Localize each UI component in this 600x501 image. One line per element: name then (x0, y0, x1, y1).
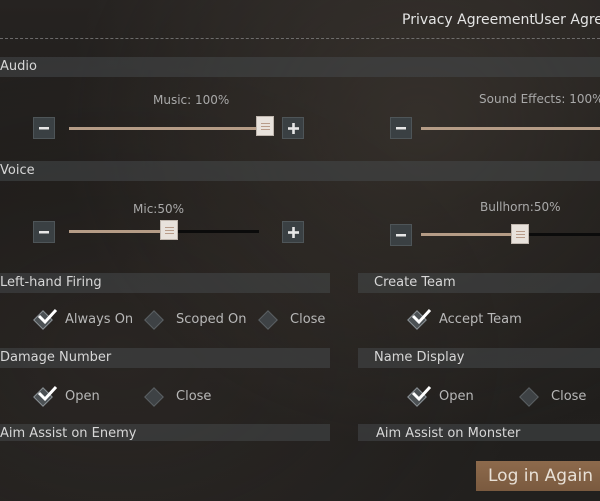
option-label: Close (176, 389, 212, 404)
music-decrease-button[interactable] (33, 117, 55, 139)
diamond-checkbox-icon (258, 309, 278, 330)
check-icon (411, 308, 432, 325)
option-label: Open (439, 389, 474, 404)
check-icon (37, 308, 58, 325)
minus-icon (396, 127, 406, 130)
left-hand-firing-option-close[interactable]: Close (258, 309, 326, 330)
section-left-hand-firing: Left-hand Firing (0, 273, 330, 293)
create-team-option-accept-team[interactable]: Accept Team (407, 308, 522, 330)
slider-thumb-icon (164, 226, 174, 228)
mic-decrease-button[interactable] (33, 221, 55, 243)
name-display-option-close[interactable]: Close (519, 386, 587, 407)
section-voice-label: Voice (0, 163, 35, 178)
bullhorn-slider-thumb[interactable] (511, 224, 529, 244)
section-aim-assist-enemy-label: Aim Assist on Enemy (0, 426, 137, 441)
diamond-checkbox-icon (144, 386, 164, 407)
check-icon (411, 385, 432, 402)
option-label: Accept Team (439, 312, 522, 327)
plus-icon (287, 226, 299, 238)
music-increase-button[interactable] (282, 117, 304, 139)
user-agreement-link[interactable]: User Agree (534, 12, 600, 28)
section-damage-number-label: Damage Number (0, 350, 112, 365)
privacy-agreement-link[interactable]: Privacy Agreement (402, 12, 535, 28)
section-name-display-label: Name Display (374, 350, 465, 365)
section-create-team: Create Team (358, 273, 600, 293)
name-display-option-open[interactable]: Open (407, 385, 474, 407)
minus-icon (39, 127, 49, 130)
option-label: Close (290, 312, 326, 327)
diamond-checkbox-icon (144, 309, 164, 330)
mic-slider-fill (69, 230, 164, 233)
sound-effects-label: Sound Effects: 100% (479, 92, 600, 106)
section-left-hand-firing-label: Left-hand Firing (0, 275, 102, 290)
log-in-again-button[interactable]: Log in Again (476, 461, 600, 491)
music-label: Music: 100% (153, 93, 230, 107)
left-hand-firing-option-always-on[interactable]: Always On (33, 308, 134, 330)
bullhorn-slider-fill (421, 233, 520, 236)
left-hand-firing-option-scoped-on[interactable]: Scoped On (144, 309, 247, 330)
sound-effects-decrease-button[interactable] (390, 117, 412, 139)
bullhorn-label: Bullhorn:50% (480, 200, 561, 214)
mic-increase-button[interactable] (282, 221, 304, 243)
section-aim-assist-monster: Aim Assist on Monster (358, 424, 600, 441)
music-slider-track[interactable] (69, 127, 264, 130)
section-audio: Audio (0, 57, 600, 77)
section-voice: Voice (0, 161, 600, 181)
sound-effects-slider-track[interactable] (421, 127, 600, 130)
section-audio-label: Audio (0, 59, 37, 74)
sound-effects-slider-fill (421, 127, 600, 130)
header-divider (0, 38, 600, 39)
section-aim-assist-enemy: Aim Assist on Enemy (0, 424, 330, 441)
option-label: Open (65, 389, 100, 404)
section-aim-assist-monster-label: Aim Assist on Monster (376, 426, 521, 441)
option-label: Scoped On (176, 312, 247, 327)
music-slider-thumb[interactable] (256, 116, 274, 136)
music-slider-fill (69, 127, 264, 130)
damage-number-option-close[interactable]: Close (144, 386, 212, 407)
slider-thumb-icon (260, 122, 270, 124)
plus-icon (287, 122, 299, 134)
minus-icon (396, 234, 406, 237)
section-create-team-label: Create Team (374, 275, 456, 290)
section-name-display: Name Display (358, 348, 600, 368)
mic-label: Mic:50% (133, 202, 184, 216)
option-label: Close (551, 389, 587, 404)
slider-thumb-icon (515, 230, 525, 232)
bullhorn-decrease-button[interactable] (390, 224, 412, 246)
minus-icon (39, 231, 49, 234)
mic-slider-thumb[interactable] (160, 220, 178, 240)
section-damage-number: Damage Number (0, 348, 330, 368)
check-icon (37, 385, 58, 402)
diamond-checkbox-icon (519, 386, 539, 407)
damage-number-option-open[interactable]: Open (33, 385, 100, 407)
option-label: Always On (65, 312, 134, 327)
